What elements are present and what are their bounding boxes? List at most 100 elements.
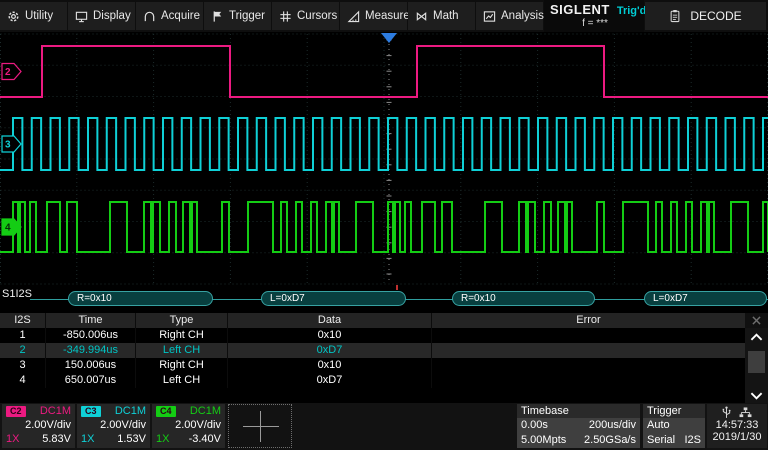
- channel-coupling: DC1M: [190, 405, 221, 417]
- menu-item-utility[interactable]: Utility: [0, 2, 67, 30]
- table-row[interactable]: 1 -850.006us Right CH 0x10: [0, 328, 768, 343]
- flag-icon: [211, 10, 224, 23]
- decode-button[interactable]: DECODE: [645, 2, 766, 30]
- svg-text:2: 2: [5, 67, 11, 78]
- display-icon: [75, 10, 88, 23]
- datetime-box: 14:57:33 2019/1/30: [707, 404, 767, 448]
- channel-attenuation: 1X: [156, 433, 169, 445]
- timebase-scale: 200us/div: [589, 418, 636, 433]
- table-row-selected[interactable]: 2 -349.994us Left CH 0xD7: [0, 343, 768, 358]
- column-header: Time: [45, 313, 135, 328]
- menu-label: Trigger: [229, 10, 265, 22]
- menu-item-display[interactable]: Display: [68, 2, 135, 30]
- svg-text:3: 3: [5, 140, 11, 151]
- gear-icon: [7, 10, 20, 23]
- channel-scale: 2.00V/div: [175, 419, 221, 431]
- channel-box-c4[interactable]: C4 DC1M 2.00V/div 1X -3.40V: [152, 404, 225, 448]
- oscilloscope-screen: Utility Display Acquire Trigger Cursors …: [0, 0, 768, 450]
- channel-scale: 2.00V/div: [25, 419, 71, 431]
- usb-icon: [722, 406, 731, 419]
- menu-item-measure[interactable]: Measure: [340, 2, 407, 30]
- scrollbar-thumb[interactable]: [748, 351, 765, 373]
- waveform-plot: 2 3 4: [0, 32, 768, 285]
- menu-label: Utility: [25, 10, 53, 22]
- math-icon: [415, 10, 428, 23]
- cell-time: 650.007us: [45, 373, 135, 388]
- decode-bus-label: S1I2S: [2, 288, 32, 300]
- menu-item-trigger[interactable]: Trigger: [204, 2, 271, 30]
- trigger-mode: Auto: [647, 418, 670, 433]
- logo-status-block: SIGLENT Trig'd f = ***: [544, 0, 644, 32]
- menu-item-analysis[interactable]: Analysis: [476, 2, 543, 30]
- menu-item-math[interactable]: Math: [408, 2, 475, 30]
- channel-attenuation: 1X: [81, 433, 94, 445]
- menu-label: Cursors: [297, 10, 337, 22]
- measure-icon: [347, 10, 360, 23]
- chevron-down-icon: [750, 392, 763, 400]
- trigger-bus: I2S: [684, 433, 701, 448]
- cell-time: -850.006us: [45, 328, 135, 343]
- column-header: Type: [135, 313, 227, 328]
- menu-item-acquire[interactable]: Acquire: [136, 2, 203, 30]
- channel-badge: C3: [81, 406, 101, 417]
- trigger-type: Serial: [647, 433, 675, 448]
- column-header: Error: [431, 313, 745, 328]
- channel-coupling: DC1M: [40, 405, 71, 417]
- cell-error: [431, 358, 745, 373]
- table-close-button[interactable]: [745, 313, 768, 328]
- cell-index: 2: [0, 343, 45, 358]
- table-row[interactable]: 3 150.006us Right CH 0x10: [0, 358, 768, 373]
- channel-box-c2[interactable]: C2 DC1M 2.00V/div 1X 5.83V: [2, 404, 75, 448]
- cell-index: 3: [0, 358, 45, 373]
- add-channel-slot[interactable]: [228, 404, 292, 448]
- cell-time: 150.006us: [45, 358, 135, 373]
- decode-bubble: L=0xD7: [261, 291, 406, 306]
- cell-error: [431, 343, 745, 358]
- chevron-up-icon: [750, 333, 763, 341]
- scroll-down-button[interactable]: [745, 389, 768, 403]
- decode-bubble: L=0xD7: [644, 291, 767, 306]
- table-row[interactable]: 4 650.007us Left CH 0xD7: [0, 373, 768, 388]
- cell-error: [431, 328, 745, 343]
- clipboard-icon: [669, 9, 681, 23]
- decode-bubble: R=0x10: [68, 291, 213, 306]
- cell-time: -349.994us: [45, 343, 135, 358]
- channel-offset: 1.53V: [117, 433, 146, 445]
- trigger-box[interactable]: Trigger Auto Serial I2S: [643, 404, 705, 448]
- cell-data: 0xD7: [227, 343, 431, 358]
- trigger-status-label: Trig'd: [617, 5, 647, 17]
- channel-box-c3[interactable]: C3 DC1M 2.00V/div 1X 1.53V: [77, 404, 150, 448]
- cell-type: Right CH: [135, 328, 227, 343]
- table-scrollbar[interactable]: [745, 328, 768, 403]
- svg-text:4: 4: [5, 223, 11, 234]
- date-display: 2019/1/30: [707, 431, 767, 443]
- column-header: I2S: [0, 313, 45, 328]
- channel-badge: C2: [6, 406, 26, 417]
- cell-type: Left CH: [135, 343, 227, 358]
- cell-type: Left CH: [135, 373, 227, 388]
- cell-data: 0x10: [227, 328, 431, 343]
- waveform-display[interactable]: 2 3 4: [0, 32, 768, 285]
- channel-attenuation: 1X: [6, 433, 19, 445]
- scroll-up-button[interactable]: [745, 330, 768, 344]
- menu-item-cursors[interactable]: Cursors: [272, 2, 339, 30]
- cursors-icon: [279, 10, 292, 23]
- table-header-row: I2S Time Type Data Error: [0, 313, 768, 328]
- frequency-counter: f = ***: [550, 18, 640, 29]
- decode-bubble: R=0x10: [452, 291, 595, 306]
- menu-label: Measure: [365, 10, 410, 22]
- menu-label: Display: [93, 10, 131, 22]
- close-icon: [752, 316, 761, 325]
- cell-index: 4: [0, 373, 45, 388]
- trigger-title: Trigger: [643, 404, 705, 418]
- channel-offset: 5.83V: [42, 433, 71, 445]
- menu-label: Math: [433, 10, 459, 22]
- decode-button-label: DECODE: [690, 9, 741, 23]
- timebase-box[interactable]: Timebase 0.00s 200us/div 5.00Mpts 2.50GS…: [517, 404, 640, 448]
- cell-type: Right CH: [135, 358, 227, 373]
- decode-trigger-tick: [396, 285, 398, 290]
- channel-coupling: DC1M: [115, 405, 146, 417]
- cell-data: 0xD7: [227, 373, 431, 388]
- channel-offset: -3.40V: [189, 433, 221, 445]
- column-header: Data: [227, 313, 431, 328]
